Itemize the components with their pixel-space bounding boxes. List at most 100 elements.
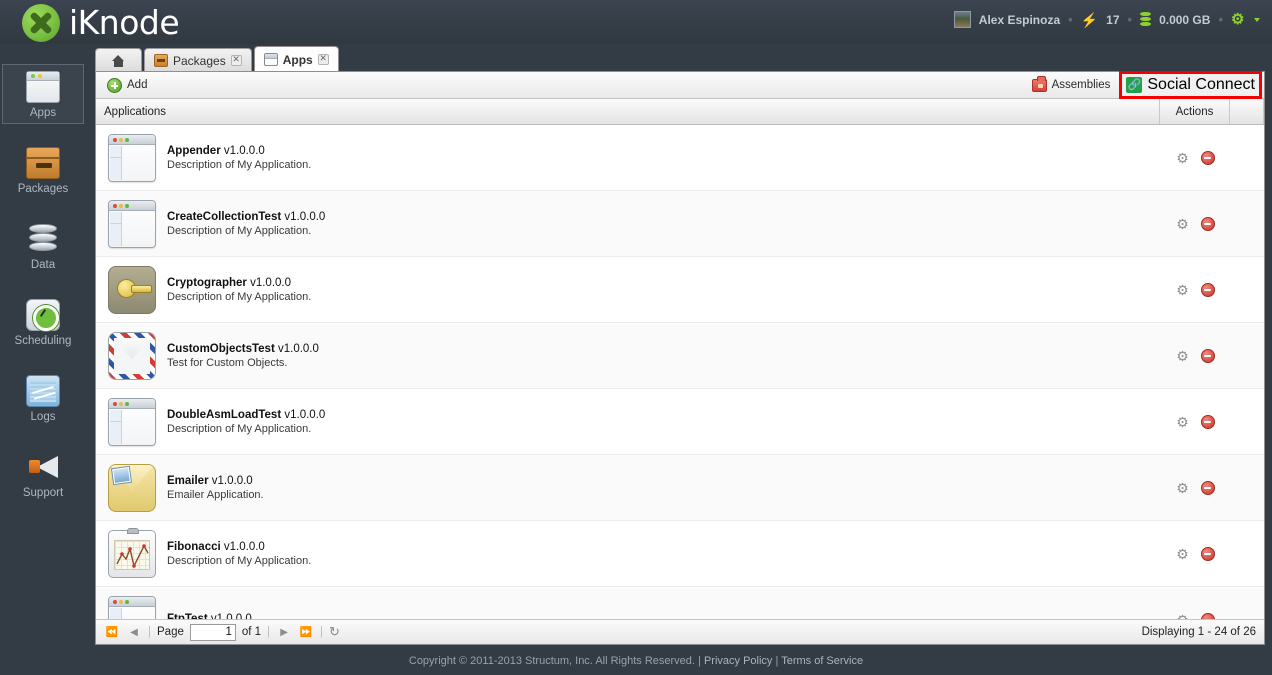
sidebar-item-label: Apps: [29, 107, 57, 119]
table-row[interactable]: DoubleAsmLoadTest v1.0.0.0 Description o…: [96, 389, 1264, 455]
app-description: Description of My Application.: [167, 224, 312, 237]
delete-circle-icon[interactable]: [1200, 150, 1215, 165]
applications-list[interactable]: Appender v1.0.0.0 Description of My Appl…: [96, 125, 1264, 619]
gear-icon[interactable]: ⚙: [1176, 217, 1190, 231]
app-name: Emailer: [167, 474, 209, 487]
tab-apps[interactable]: Apps ✕: [253, 46, 339, 72]
brand-logo[interactable]: iKnode: [22, 3, 180, 42]
divider: |: [320, 626, 324, 638]
sidebar-item-apps[interactable]: Apps: [2, 64, 84, 124]
row-content: Emailer v1.0.0.0 Emailer Application.: [96, 463, 1160, 512]
sidebar-item-label: Logs: [30, 411, 56, 423]
table-row[interactable]: CreateCollectionTest v1.0.0.0 Descriptio…: [96, 191, 1264, 257]
gear-icon[interactable]: ⚙: [1176, 415, 1190, 429]
pagination-controls: ⏪ ◀ | Page of 1 | ▶ ⏩ | ↻: [104, 623, 340, 641]
delete-circle-icon[interactable]: [1200, 414, 1215, 429]
app-description: Description of My Application.: [167, 158, 312, 171]
app-title: Fibonacci v1.0.0.0: [167, 541, 311, 553]
social-connect-button[interactable]: Social Connect: [1119, 71, 1262, 99]
first-page-icon[interactable]: ⏪: [104, 624, 120, 640]
credits-value: 17: [1106, 12, 1120, 27]
gear-icon[interactable]: ⚙: [1176, 283, 1190, 297]
column-header-actions[interactable]: Actions: [1160, 99, 1230, 124]
delete-circle-icon[interactable]: [1200, 216, 1215, 231]
sidebar-item-scheduling[interactable]: Scheduling: [2, 292, 84, 352]
gear-icon[interactable]: ⚙: [1176, 547, 1190, 561]
terms-of-service-link[interactable]: Terms of Service: [781, 655, 863, 667]
table-row[interactable]: FtpTest v1.0.0.0 ⚙: [96, 587, 1264, 619]
iknode-x-logo-icon: [22, 3, 60, 42]
separator-dot: •: [1068, 12, 1073, 27]
row-content: Appender v1.0.0.0 Description of My Appl…: [96, 133, 1160, 182]
row-content: DoubleAsmLoadTest v1.0.0.0 Description o…: [96, 397, 1160, 446]
tab-bar: Packages ✕ Apps ✕: [95, 46, 339, 72]
last-page-icon[interactable]: ⏩: [298, 624, 314, 640]
privacy-policy-link[interactable]: Privacy Policy: [704, 655, 772, 667]
gear-icon[interactable]: ⚙: [1176, 349, 1190, 363]
username-label[interactable]: Alex Espinoza: [979, 13, 1060, 27]
table-row[interactable]: CustomObjectsTest v1.0.0.0 Test for Cust…: [96, 323, 1264, 389]
tab-packages[interactable]: Packages ✕: [144, 48, 252, 72]
add-button[interactable]: Add: [102, 76, 152, 95]
delete-circle-icon[interactable]: [1200, 546, 1215, 561]
separator-dot: •: [1127, 12, 1133, 27]
tab-label: Packages: [173, 53, 226, 68]
close-icon[interactable]: ✕: [317, 54, 329, 65]
previous-page-icon[interactable]: ◀: [126, 624, 142, 640]
delete-circle-icon[interactable]: [1200, 348, 1215, 363]
app-version: v1.0.0.0: [284, 210, 326, 223]
app-name: Appender: [167, 144, 221, 157]
tab-home[interactable]: [95, 48, 142, 72]
sidebar-item-support[interactable]: Support: [2, 444, 84, 504]
airmail-envelope-icon: [108, 331, 156, 380]
next-page-icon[interactable]: ▶: [276, 624, 292, 640]
app-version: v1.0.0.0: [211, 474, 253, 487]
app-name: Fibonacci: [167, 540, 221, 553]
assemblies-button[interactable]: Assemblies: [1027, 75, 1116, 94]
page-of-label: of 1: [241, 626, 262, 638]
assemblies-button-label: Assemblies: [1051, 79, 1111, 91]
sidebar-item-data[interactable]: Data: [2, 216, 84, 276]
row-text: Cryptographer v1.0.0.0 Description of My…: [167, 277, 311, 303]
row-actions: ⚙: [1160, 150, 1230, 165]
refresh-icon[interactable]: ↻: [329, 624, 340, 640]
gear-icon[interactable]: ⚙: [1231, 12, 1246, 27]
table-row[interactable]: Emailer v1.0.0.0 Emailer Application. ⚙: [96, 455, 1264, 521]
app-name: DoubleAsmLoadTest: [167, 408, 282, 421]
chart-clipboard-icon: [108, 527, 156, 578]
app-version: v1.0.0.0: [284, 408, 326, 421]
row-actions: ⚙: [1160, 216, 1230, 231]
table-row[interactable]: Appender v1.0.0.0 Description of My Appl…: [96, 125, 1264, 191]
close-icon[interactable]: ✕: [230, 55, 242, 66]
separator-dot: •: [1218, 12, 1223, 27]
displaying-label: Displaying 1 - 24 of 26: [1141, 626, 1256, 638]
column-header-applications[interactable]: Applications: [96, 99, 1160, 124]
delete-circle-icon[interactable]: [1200, 480, 1215, 495]
app-version: v1.0.0.0: [250, 276, 291, 289]
row-text: Emailer v1.0.0.0 Emailer Application.: [167, 475, 264, 501]
page-input[interactable]: [189, 623, 236, 641]
sidebar-item-logs[interactable]: Logs: [2, 368, 84, 428]
gear-icon[interactable]: ⚙: [1176, 151, 1190, 165]
sidebar-item-label: Data: [30, 259, 56, 271]
column-header-gutter: [1230, 99, 1264, 124]
gear-icon[interactable]: ⚙: [1176, 481, 1190, 495]
tab-label: Apps: [282, 52, 313, 67]
row-content: FtpTest v1.0.0.0: [96, 595, 1160, 619]
sidebar-item-label: Packages: [17, 183, 69, 195]
sidebar-item-packages[interactable]: Packages: [2, 140, 84, 200]
social-connect-label: Social Connect: [1147, 76, 1255, 93]
delete-circle-icon[interactable]: [1200, 282, 1215, 297]
window-app-icon: [108, 133, 156, 182]
toolbox-icon: [1031, 75, 1047, 92]
caret-down-icon[interactable]: [1254, 17, 1260, 22]
user-avatar-icon[interactable]: [953, 11, 971, 28]
sidebar-item-label: Support: [22, 487, 64, 499]
logs-chart-icon: [26, 375, 60, 407]
add-button-label: Add: [127, 79, 148, 91]
divider: |: [775, 655, 779, 667]
table-row[interactable]: Cryptographer v1.0.0.0 Description of My…: [96, 257, 1264, 323]
share-icon: [1126, 77, 1143, 93]
table-row[interactable]: Fibonacci v1.0.0.0 Description of My App…: [96, 521, 1264, 587]
home-icon: [112, 54, 125, 67]
